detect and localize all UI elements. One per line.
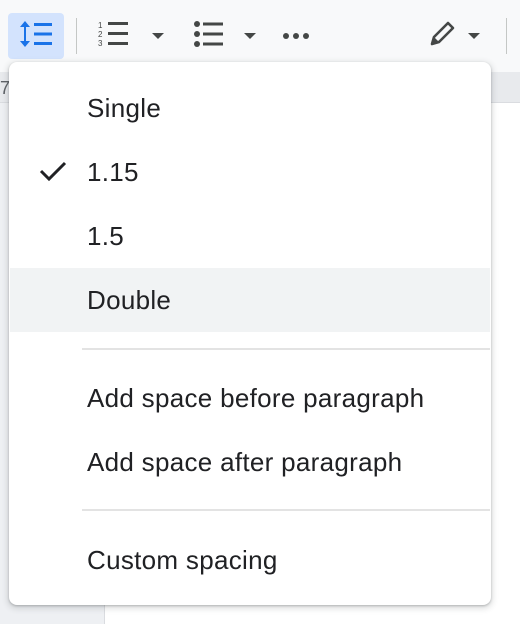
editing-mode-button[interactable] (418, 16, 488, 56)
menu-divider (82, 348, 490, 350)
menu-item-single[interactable]: Single (10, 76, 490, 140)
menu-item-custom-spacing[interactable]: Custom spacing (10, 528, 490, 592)
numbered-list-icon: 1 2 3 (94, 19, 130, 54)
svg-text:1: 1 (98, 21, 103, 30)
chevron-down-icon (244, 33, 256, 39)
toolbar-divider (76, 18, 77, 54)
bulleted-list-icon (190, 19, 226, 54)
menu-item-label: Add space before paragraph (87, 382, 425, 413)
menu-item-add-space-after[interactable]: Add space after paragraph (10, 430, 490, 494)
pencil-icon (426, 18, 458, 55)
chevron-down-icon (468, 33, 480, 39)
menu-item-add-space-before[interactable]: Add space before paragraph (10, 366, 490, 430)
bulleted-list-dropdown[interactable] (238, 26, 262, 46)
numbered-list-dropdown[interactable] (146, 26, 170, 46)
toolbar-divider (506, 18, 507, 54)
svg-text:2: 2 (98, 30, 103, 39)
svg-text:3: 3 (98, 39, 103, 48)
checkmark-icon (38, 158, 68, 189)
more-options-button[interactable] (278, 20, 314, 52)
line-spacing-icon (18, 18, 54, 55)
numbered-list-button[interactable]: 1 2 3 (92, 18, 132, 54)
menu-item-label: 1.5 (87, 220, 125, 251)
menu-item-label: Add space after paragraph (87, 446, 403, 477)
line-spacing-button[interactable] (8, 13, 64, 59)
menu-item-label: Double (87, 284, 172, 315)
menu-item-label: Single (87, 92, 162, 123)
more-options-icon (282, 27, 310, 45)
menu-item-label: 1.15 (87, 156, 139, 187)
line-spacing-menu: Single 1.15 1.5 Double Add space before … (9, 62, 491, 605)
menu-item-double[interactable]: Double (10, 268, 490, 332)
menu-divider (82, 509, 490, 511)
menu-item-1-15[interactable]: 1.15 (10, 140, 490, 204)
bulleted-list-button[interactable] (188, 18, 228, 54)
chevron-down-icon (152, 33, 164, 39)
menu-item-label: Custom spacing (87, 544, 278, 575)
menu-item-1-5[interactable]: 1.5 (10, 204, 490, 268)
